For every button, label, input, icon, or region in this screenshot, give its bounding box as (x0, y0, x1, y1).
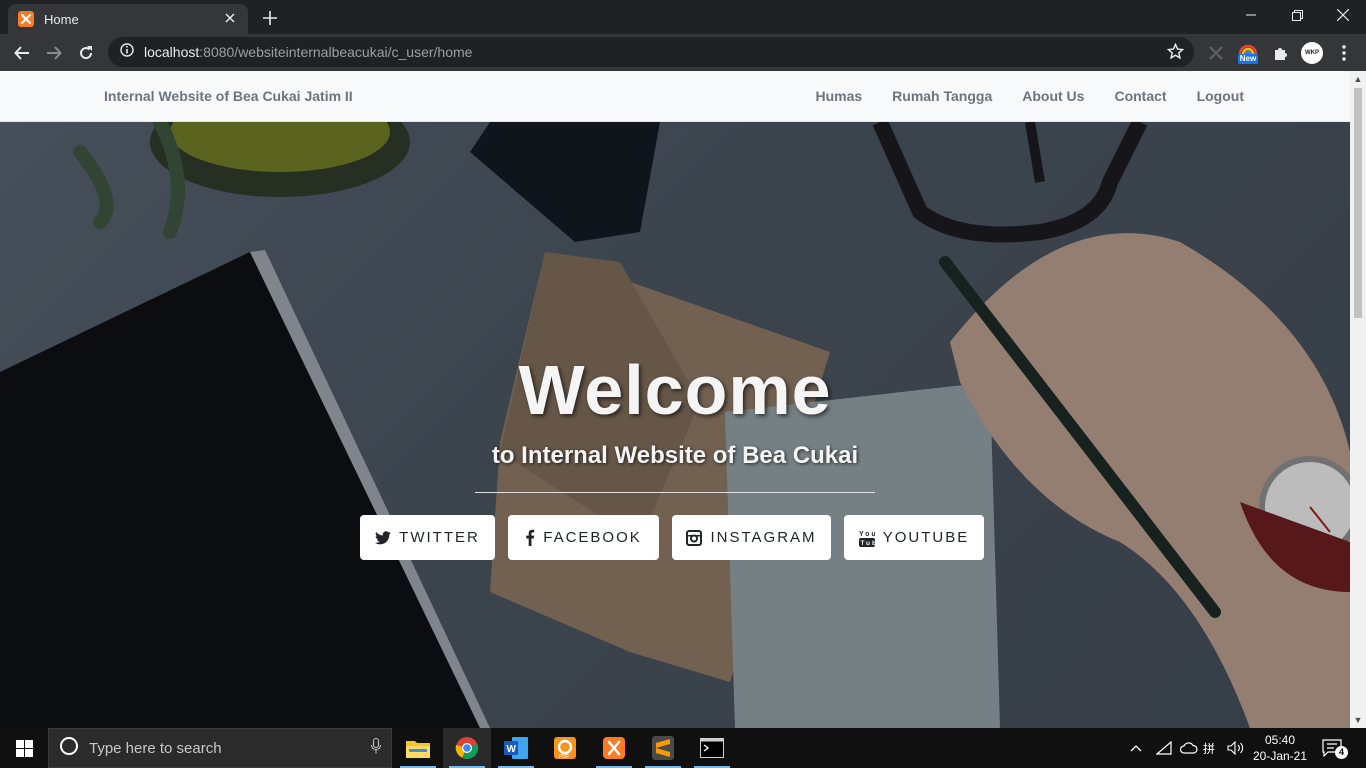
nav-link-humas[interactable]: Humas (815, 88, 862, 104)
nav-link-logout[interactable]: Logout (1197, 88, 1244, 104)
facebook-label: FACEBOOK (543, 529, 642, 546)
file-explorer-icon[interactable] (394, 728, 442, 768)
taskbar-clock[interactable]: 05:40 20-Jan-21 (1250, 732, 1310, 764)
chrome-icon[interactable] (443, 728, 491, 768)
restore-button[interactable] (1274, 0, 1320, 30)
show-hidden-icons-icon[interactable] (1130, 728, 1142, 768)
xampp-icon (18, 11, 34, 27)
wifi-icon[interactable] (1156, 728, 1172, 768)
browser-tab[interactable]: Home (8, 4, 248, 34)
site-navbar: Internal Website of Bea Cukai Jatim II H… (0, 71, 1350, 122)
hero-divider (475, 492, 875, 493)
new-badge: New (1237, 54, 1259, 64)
facebook-button[interactable]: FACEBOOK (508, 515, 659, 560)
rainbow-extension-icon[interactable]: New (1236, 41, 1260, 65)
notification-count: 4 (1335, 746, 1348, 759)
volume-icon[interactable] (1227, 728, 1245, 768)
scroll-down-icon[interactable]: ▼ (1353, 715, 1363, 725)
terminal-icon[interactable] (688, 728, 736, 768)
avatar[interactable]: WKP (1300, 41, 1324, 65)
tab-title: Home (44, 11, 79, 27)
profile-initials: WKP (1301, 42, 1323, 64)
extension-x-icon[interactable] (1204, 41, 1228, 65)
minimize-button[interactable] (1228, 0, 1274, 30)
instagram-icon (686, 529, 703, 546)
facebook-icon (525, 529, 535, 546)
plus-icon[interactable] (258, 6, 282, 30)
browser-toolbar: localhost:8080/websiteinternalbeacukai/c… (0, 34, 1366, 71)
window-close-button[interactable] (1320, 0, 1366, 30)
instagram-label: INSTAGRAM (710, 529, 817, 546)
star-icon[interactable] (1166, 42, 1185, 65)
browser-tab-strip: Home (0, 0, 1366, 34)
nav-links: Humas Rumah Tangga About Us Contact Logo… (815, 88, 1244, 104)
clock-date: 20-Jan-21 (1252, 749, 1308, 763)
svg-text:Tube: Tube (860, 540, 875, 547)
youtube-button[interactable]: You Tube YOUTUBE (844, 515, 984, 560)
youtube-icon: You Tube (858, 529, 875, 547)
scroll-up-icon[interactable]: ▲ (1353, 74, 1363, 84)
scrollbar-thumb[interactable] (1354, 88, 1362, 318)
nav-link-about-us[interactable]: About Us (1022, 88, 1084, 104)
url-text: localhost:8080/websiteinternalbeacukai/c… (144, 44, 472, 60)
xampp-taskbar-icon[interactable] (590, 728, 638, 768)
youtube-label: YOUTUBE (882, 529, 970, 546)
reload-icon[interactable] (73, 40, 99, 66)
word-icon[interactable]: W (492, 728, 540, 768)
clock-time: 05:40 (1264, 733, 1296, 747)
instagram-button[interactable]: INSTAGRAM (672, 515, 831, 560)
sublime-icon[interactable] (639, 728, 687, 768)
svg-text:W: W (507, 744, 517, 755)
search-placeholder: Type here to search (89, 739, 222, 757)
ime-indicator[interactable]: 拼 (1203, 728, 1215, 768)
svg-text:You: You (859, 531, 875, 538)
notification-icon[interactable]: 4 (1322, 728, 1348, 768)
page-scrollbar[interactable]: ▲ ▼ (1350, 71, 1366, 728)
microphone-icon[interactable] (371, 737, 381, 759)
url-path: :8080/websiteinternalbeacukai/c_user/hom… (199, 44, 473, 60)
address-bar[interactable]: localhost:8080/websiteinternalbeacukai/c… (108, 37, 1194, 67)
page-viewport: Internal Website of Bea Cukai Jatim II H… (0, 71, 1366, 728)
close-icon[interactable] (222, 10, 238, 28)
onedrive-icon[interactable] (1180, 728, 1198, 768)
menu-icon[interactable] (1332, 41, 1356, 65)
forward-icon[interactable] (41, 40, 67, 66)
twitter-button[interactable]: TWITTER (360, 515, 495, 560)
hero-title: Welcome (518, 351, 832, 429)
pdf-icon[interactable]: PDF (541, 728, 589, 768)
windows-taskbar: Type here to search W PDF 拼 05:40 20-Jan… (0, 728, 1366, 768)
nav-link-rumah-tangga[interactable]: Rumah Tangga (892, 88, 992, 104)
taskbar-search[interactable]: Type here to search (48, 728, 392, 768)
twitter-label: TWITTER (399, 529, 480, 546)
url-host: localhost (144, 44, 200, 60)
nav-link-contact[interactable]: Contact (1114, 88, 1166, 104)
site-brand[interactable]: Internal Website of Bea Cukai Jatim II (104, 88, 353, 104)
back-icon[interactable] (9, 40, 35, 66)
puzzle-icon[interactable] (1268, 41, 1292, 65)
windows-icon[interactable] (0, 728, 48, 768)
hero-subtitle: to Internal Website of Bea Cukai (491, 442, 859, 469)
info-icon[interactable] (120, 42, 134, 62)
twitter-icon (375, 530, 392, 545)
hero-section: Welcome to Internal Website of Bea Cukai… (0, 122, 1350, 728)
svg-text:PDF: PDF (559, 754, 569, 760)
cortana-icon (59, 736, 79, 761)
